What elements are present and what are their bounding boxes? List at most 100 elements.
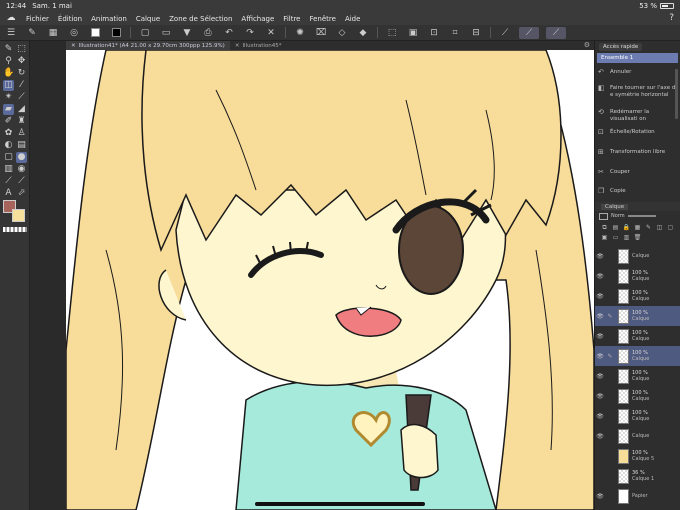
transparent-color-swatch[interactable] — [3, 227, 27, 232]
text-tool-icon[interactable]: A — [3, 188, 14, 199]
balloon-icon[interactable]: ⟋ — [3, 176, 14, 187]
ruler-tool-icon[interactable]: ◉ — [16, 164, 27, 175]
layer-row[interactable]: 👁 100 % Calque — [595, 266, 680, 286]
layer-row[interactable]: 👁 100 % Calque — [595, 366, 680, 386]
clip-icon[interactable]: ▤ — [610, 223, 621, 233]
layer-edit-icon[interactable]: ✎ — [605, 313, 615, 320]
close-icon[interactable]: ✕ — [71, 43, 76, 49]
layer-row[interactable]: 👁 ✎ 100 % Calque — [595, 346, 680, 366]
eye-icon[interactable]: 👁 — [595, 293, 605, 300]
sub-color-swatch[interactable] — [109, 27, 123, 39]
menu-fichier[interactable]: Fichier — [26, 15, 49, 23]
layer-row[interactable]: 👁 Calque — [595, 246, 680, 266]
tab-illustration45[interactable]: ✕ Illustration45* — [230, 41, 287, 50]
blend-icon[interactable]: ✿ — [3, 128, 14, 139]
decoration-icon[interactable]: ♙ — [16, 128, 27, 139]
quick-access-tab[interactable]: Accès rapide — [599, 43, 643, 51]
layer-row[interactable]: 👁 100 % Calque — [595, 286, 680, 306]
airbrush-icon[interactable]: ♜ — [16, 116, 27, 127]
eye-icon[interactable]: 👁 — [595, 273, 605, 280]
qa-item-free-transform[interactable]: ⊞ Transformation libre — [595, 149, 680, 156]
eye-icon[interactable]: 👁 — [595, 413, 605, 420]
app-logo-icon[interactable]: ☁ — [4, 14, 18, 23]
hamburger-menu-icon[interactable]: ☰ — [4, 27, 18, 39]
layer-icon[interactable]: ◇ — [335, 27, 349, 39]
operation-icon[interactable]: ⬀ — [16, 188, 27, 199]
set-selector[interactable]: Ensemble 1 — [597, 53, 678, 63]
menu-calque[interactable]: Calque — [136, 15, 160, 23]
eye-icon[interactable]: 👁 — [595, 333, 605, 340]
transform-icon[interactable]: ⊡ — [427, 27, 441, 39]
home-indicator[interactable] — [255, 502, 425, 506]
pen-settings-icon[interactable]: ✎ — [25, 27, 39, 39]
hand-icon[interactable]: ✋ — [3, 68, 14, 79]
tab-illustration41[interactable]: ✕ Illustration41* (A4 21.00 x 29.70cm 30… — [66, 41, 230, 50]
layer-row[interactable]: 👁 100 % Calque — [595, 326, 680, 346]
merge-icon[interactable]: ▥ — [621, 233, 632, 243]
menu-filtre[interactable]: Filtre — [283, 15, 300, 23]
grid-icon[interactable]: ▦ — [46, 27, 60, 39]
open-folder-icon[interactable]: ▭ — [159, 27, 173, 39]
delete-icon[interactable]: ✕ — [264, 27, 278, 39]
new-file-icon[interactable]: ▢ — [138, 27, 152, 39]
new-folder-icon[interactable]: ▭ — [610, 233, 621, 243]
menu-zone-selection[interactable]: Zone de Sélection — [169, 15, 232, 23]
crop-icon[interactable]: ⌗ — [448, 27, 462, 39]
zoom-icon[interactable]: ⚲ — [3, 56, 14, 67]
blend-mode-select[interactable]: Norm — [611, 213, 625, 219]
ring-icon[interactable]: ◎ — [67, 27, 81, 39]
eye-icon[interactable]: 👁 — [595, 433, 605, 440]
lock-icon[interactable]: 🔒 — [621, 223, 632, 233]
undo-icon[interactable]: ↶ — [222, 27, 236, 39]
selection-invert-icon[interactable]: ▣ — [406, 27, 420, 39]
menu-animation[interactable]: Animation — [91, 15, 127, 23]
ruler-icon[interactable]: ⊟ — [469, 27, 483, 39]
eye-icon[interactable]: 👁 — [595, 373, 605, 380]
brush-icon[interactable]: ▰ — [3, 104, 14, 115]
opacity-slider[interactable] — [627, 215, 656, 217]
layer-row[interactable]: 👁 ✎ 100 % Calque — [595, 306, 680, 326]
eraser-icon[interactable]: ◢ — [16, 104, 27, 115]
line-fix-icon[interactable]: ⟋ — [16, 176, 27, 187]
frame-icon[interactable]: ▥ — [3, 164, 14, 175]
layer-row[interactable]: 👁 Calque — [595, 426, 680, 446]
selection-tool-icon[interactable]: ⬚ — [16, 44, 27, 55]
save-icon[interactable]: ▼ — [180, 27, 194, 39]
layer-row[interactable]: 36 % Calque 1 — [595, 466, 680, 486]
snap-grid-icon[interactable]: ⟋ — [546, 26, 566, 39]
new-raster-icon[interactable]: ▢ — [665, 223, 676, 233]
fill-icon[interactable]: ◐ — [3, 140, 14, 151]
fill-bucket-icon[interactable]: ◆ — [356, 27, 370, 39]
layer-tab[interactable]: Calque — [601, 203, 629, 210]
new-vector-icon[interactable]: ▣ — [599, 233, 610, 243]
move-icon[interactable]: ✥ — [16, 56, 27, 67]
qa-item-copy[interactable]: ❐ Copie — [595, 188, 680, 195]
eye-icon[interactable]: 👁 — [595, 313, 605, 320]
print-icon[interactable]: ⎙ — [201, 27, 215, 39]
object-tool-icon[interactable]: ◫ — [3, 80, 14, 91]
ref-layer-icon[interactable]: ⧉ — [599, 223, 610, 233]
snap-special-ruler-icon[interactable]: ⟋ — [519, 26, 539, 39]
main-color-swatch[interactable] — [88, 27, 102, 39]
selection-rect-icon[interactable]: ⬚ — [385, 27, 399, 39]
lock-alpha-icon[interactable]: ▦ — [632, 223, 643, 233]
qa-item-reset-view[interactable]: ⟲ Redémarrer la visualisati on — [595, 109, 680, 123]
eye-icon[interactable]: 👁 — [595, 253, 605, 260]
eyedropper-icon[interactable]: ⁄ — [16, 80, 27, 91]
close-icon[interactable]: ✕ — [235, 43, 240, 49]
layer-row[interactable]: 100 % Calque 5 — [595, 446, 680, 466]
drawing-canvas[interactable] — [66, 50, 594, 510]
clear-icon[interactable]: ⌧ — [314, 27, 328, 39]
figure-ellipse-icon[interactable]: ● — [16, 152, 27, 163]
layer-row[interactable]: 👁 100 % Calque — [595, 386, 680, 406]
redo-icon[interactable]: ↷ — [243, 27, 257, 39]
draft-icon[interactable]: ✎ — [643, 223, 654, 233]
layer-mode-icon[interactable] — [599, 212, 608, 220]
tab-options-icon[interactable]: ⚙ — [584, 41, 590, 49]
qa-item-undo[interactable]: ↶ Annuler — [595, 69, 680, 76]
rotate-icon[interactable]: ↻ — [16, 68, 27, 79]
qa-item-cut[interactable]: ✂ Couper — [595, 169, 680, 176]
magic-wand-icon[interactable]: ✴ — [3, 92, 14, 103]
settings-gear-icon[interactable]: ✺ — [293, 27, 307, 39]
figure-icon[interactable]: ▢ — [3, 152, 14, 163]
